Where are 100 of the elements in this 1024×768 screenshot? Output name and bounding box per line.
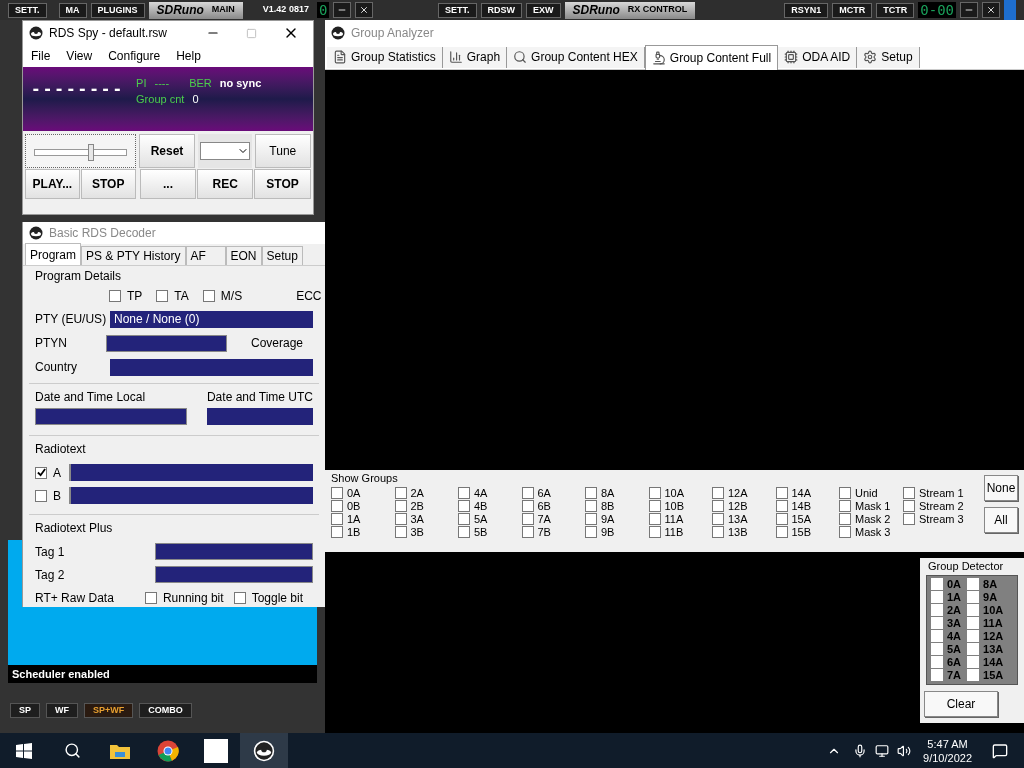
checkbox[interactable] (648, 487, 661, 499)
checkbox[interactable] (331, 487, 343, 499)
tab[interactable]: Group Content HEX (507, 46, 645, 68)
checkbox[interactable] (521, 526, 534, 538)
toolbar-button[interactable]: EXW (526, 2, 561, 18)
checkbox[interactable] (394, 487, 407, 499)
toolbar-button[interactable]: PLUGINS (90, 2, 145, 18)
toolbar-button[interactable]: RDSW (480, 2, 522, 18)
tab[interactable]: EON (225, 246, 262, 265)
view-button[interactable]: WF (46, 703, 78, 718)
spy-button[interactable]: STOP (80, 169, 136, 199)
date-local-field[interactable] (35, 408, 187, 425)
checkbox[interactable] (458, 513, 470, 525)
checkbox[interactable] (775, 526, 788, 538)
clock-time[interactable]: 5:47 AM (927, 736, 968, 751)
checkbox[interactable] (144, 591, 157, 604)
checkbox[interactable] (585, 513, 597, 525)
spy-button[interactable]: REC (197, 169, 254, 199)
checkbox[interactable] (331, 513, 343, 525)
checkbox[interactable] (712, 487, 724, 499)
checkbox[interactable] (712, 500, 724, 512)
checkbox[interactable] (712, 526, 724, 538)
spy-button[interactable]: Reset (138, 134, 196, 168)
toolbar-button[interactable]: SETT. (8, 2, 47, 18)
app-thumbnail[interactable] (204, 738, 228, 763)
checkbox[interactable] (458, 487, 470, 499)
browser-icon[interactable] (157, 739, 179, 762)
checkbox[interactable] (521, 500, 534, 512)
view-button[interactable]: SP (10, 703, 40, 718)
slider-track[interactable] (25, 134, 136, 168)
date-utc-field[interactable] (206, 408, 313, 425)
minimize-button[interactable] (333, 2, 352, 18)
minimize-button[interactable] (960, 2, 978, 18)
checkbox[interactable] (394, 526, 407, 538)
tab[interactable]: PS & PTY History (81, 246, 186, 265)
checkbox[interactable] (35, 489, 47, 502)
view-button[interactable]: SP+WF (84, 703, 134, 718)
checkbox[interactable] (202, 290, 215, 302)
menu-item[interactable]: Configure (108, 47, 161, 65)
menu-item[interactable]: File (31, 47, 51, 65)
checkbox[interactable] (839, 500, 851, 512)
tab[interactable]: AF (185, 246, 226, 265)
windows-logo-icon[interactable] (16, 742, 32, 759)
close-button[interactable] (982, 2, 1000, 18)
filter-button[interactable]: None (984, 474, 1018, 501)
toolbar-button[interactable]: MA (58, 2, 87, 18)
checkbox[interactable] (839, 487, 851, 499)
radiotext-field[interactable] (69, 487, 313, 504)
tab[interactable]: ODA AID (778, 46, 858, 68)
checkbox[interactable] (903, 500, 915, 512)
dropdown[interactable] (198, 134, 252, 168)
checkbox[interactable] (903, 487, 915, 499)
tab[interactable]: Setup (261, 246, 303, 265)
tune-button[interactable]: Tune (254, 134, 311, 168)
spy-button[interactable]: ... (139, 169, 197, 199)
checkbox[interactable] (775, 487, 788, 499)
checkbox[interactable] (775, 500, 788, 512)
checkbox[interactable] (839, 526, 851, 538)
checkbox[interactable] (521, 487, 534, 499)
checkbox[interactable] (521, 513, 534, 525)
checkbox[interactable] (775, 513, 788, 525)
checkbox[interactable] (903, 513, 915, 525)
checkbox[interactable] (585, 500, 597, 512)
checkbox[interactable] (712, 513, 724, 525)
checkbox[interactable] (331, 500, 343, 512)
filter-button[interactable]: All (984, 506, 1018, 533)
tag-field[interactable] (155, 566, 313, 583)
toolbar-button[interactable]: SETT. (438, 2, 477, 18)
tag-field[interactable] (155, 543, 313, 560)
checkbox[interactable] (394, 500, 407, 512)
menu-item[interactable]: Help (176, 47, 201, 65)
tab[interactable]: Group Statistics (327, 46, 443, 68)
checkbox[interactable] (585, 487, 597, 499)
close-button[interactable] (355, 2, 374, 18)
clear-button[interactable]: Clear (924, 690, 998, 717)
menu-item[interactable]: View (66, 47, 93, 65)
checkbox[interactable] (394, 513, 407, 525)
spy-button[interactable]: PLAY... (25, 169, 80, 199)
checkbox[interactable] (585, 526, 597, 538)
checkbox[interactable] (648, 500, 661, 512)
country-field[interactable] (110, 358, 313, 376)
checkbox[interactable] (648, 526, 661, 538)
spy-button[interactable]: STOP (254, 169, 311, 199)
slider-thumb[interactable] (88, 144, 94, 161)
app-icon[interactable] (253, 739, 275, 762)
checkbox[interactable] (648, 513, 661, 525)
tab[interactable]: Graph (442, 46, 508, 68)
checkbox[interactable] (331, 526, 343, 538)
checkbox[interactable] (233, 591, 246, 604)
clock-date[interactable]: 9/10/2022 (923, 750, 972, 765)
radiotext-field[interactable] (69, 464, 313, 481)
ptyn-field[interactable] (105, 334, 227, 352)
checkbox[interactable] (35, 466, 47, 479)
toolbar-button[interactable]: TCTR (876, 2, 915, 18)
checkbox[interactable] (458, 500, 470, 512)
pty-field[interactable]: None / None (0) (110, 310, 313, 328)
tab[interactable]: Setup (857, 46, 920, 68)
checkbox[interactable] (839, 513, 851, 525)
tab[interactable]: Group Content Full (644, 44, 779, 70)
tab[interactable]: Program (25, 243, 81, 265)
